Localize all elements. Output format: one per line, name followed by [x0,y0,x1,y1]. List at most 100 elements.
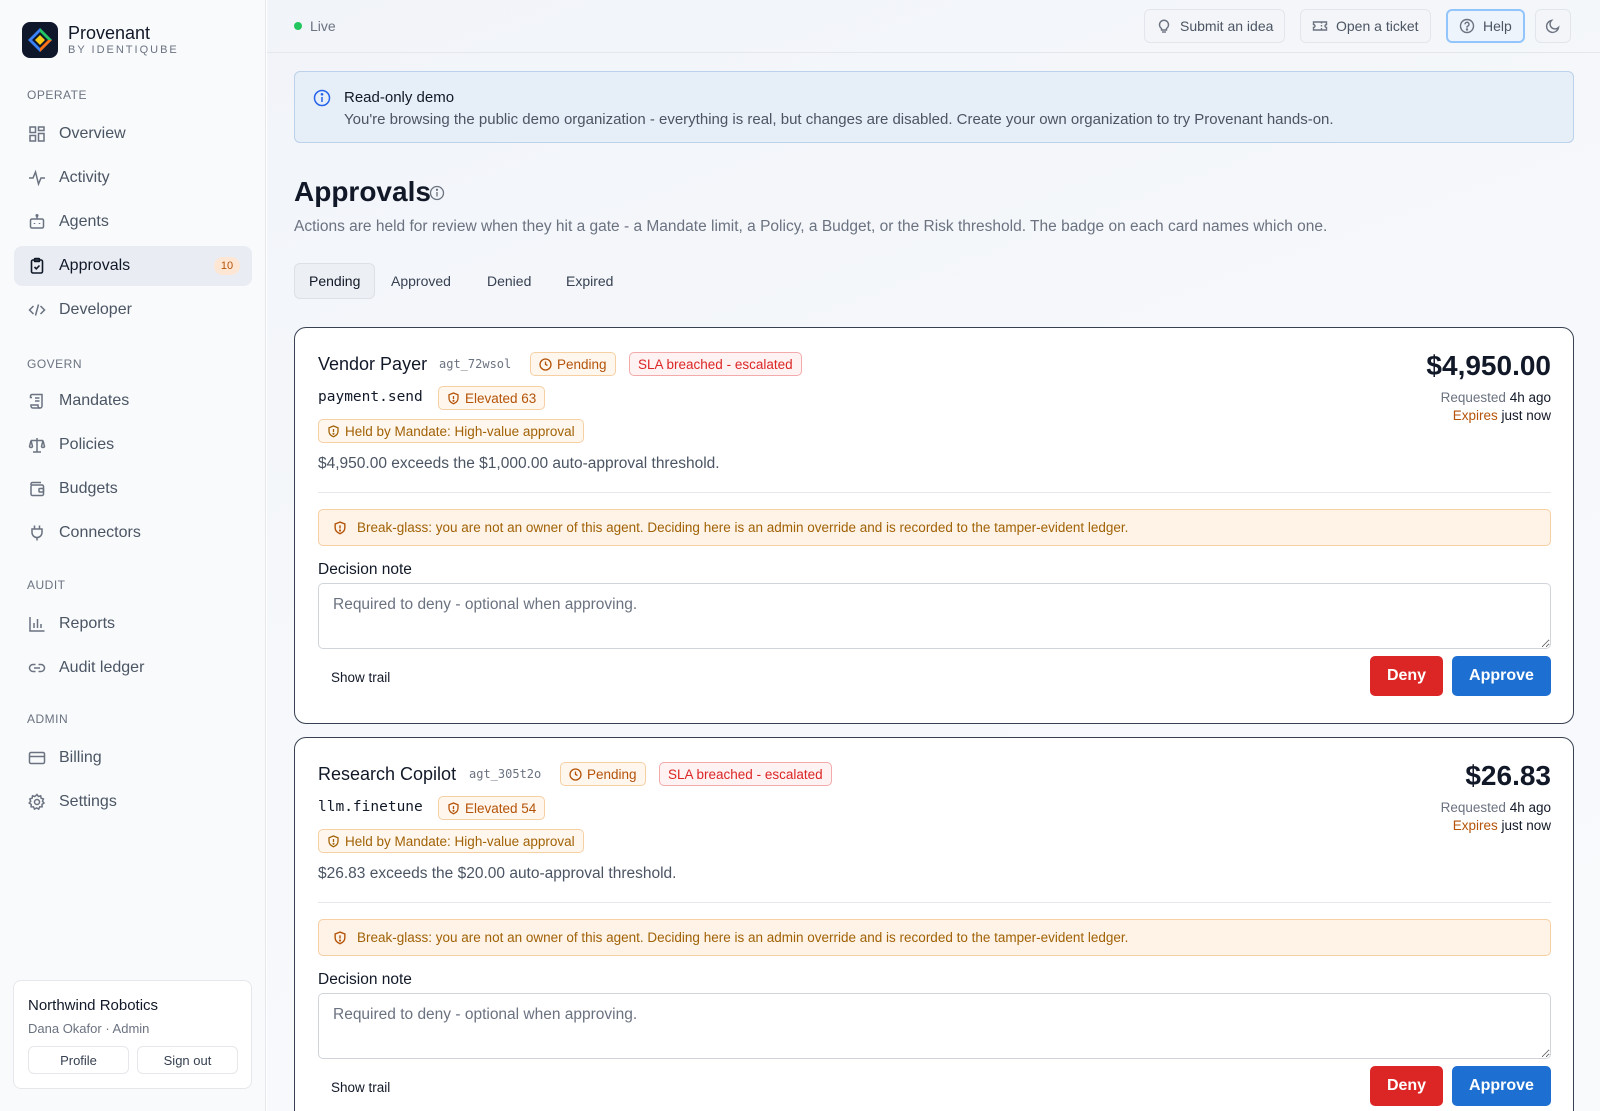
moon-icon [1545,18,1561,34]
theme-toggle-button[interactable] [1535,9,1571,43]
sidebar-item-reports[interactable]: Reports [14,604,252,644]
expires-label: Expires [1452,818,1498,833]
decision-note-input[interactable] [318,993,1551,1059]
requested-value: 4h ago [1509,390,1551,405]
bar-chart-icon [28,615,46,633]
decision-note-label: Decision note [318,971,412,988]
sidebar-item-label: Agents [59,213,109,230]
banner-body: You're browsing the public demo organiza… [344,111,1334,128]
sidebar-item-overview[interactable]: Overview [14,114,252,154]
sidebar-item-connectors[interactable]: Connectors [14,513,252,553]
brand-name: Provenant [68,23,151,43]
help-button[interactable]: Help [1446,9,1525,43]
scroll-icon [28,392,46,410]
grid-icon [28,125,46,143]
requested-label: Requested [1440,800,1506,815]
tab-denied[interactable]: Denied [473,263,545,299]
nav-section-audit: AUDIT [27,578,66,592]
approval-card: Vendor Payer agt_72wsol Pending SLA brea… [294,327,1574,724]
expiry-time: Expires just now [1453,408,1551,423]
decision-note-input[interactable] [318,583,1551,649]
brand[interactable]: Provenant BY IDENTIQUBE [22,22,179,58]
shield-alert-icon [333,520,347,535]
sidebar-item-label: Billing [59,749,102,766]
sidebar-item-label: Reports [59,615,116,632]
read-only-banner: Read-only demo You're browsing the publi… [294,71,1574,143]
decision-note-label: Decision note [318,561,412,578]
warning-text: Break-glass: you are not an owner of thi… [357,520,1129,535]
sidebar-item-approvals[interactable]: Approvals 10 [14,246,252,286]
gate-badge-label: Held by Mandate: High-value approval [345,833,575,849]
sidebar-item-developer[interactable]: Developer [14,290,252,330]
info-icon[interactable] [429,185,445,201]
tab-expired[interactable]: Expired [552,263,627,299]
tab-pending[interactable]: Pending [294,263,376,299]
nav-section-operate: OPERATE [27,88,87,102]
approve-button[interactable]: Approve [1452,656,1551,696]
open-ticket-button[interactable]: Open a ticket [1300,9,1431,43]
shield-icon [327,424,340,438]
divider [318,492,1551,493]
sidebar-item-settings[interactable]: Settings [14,782,252,822]
code-icon [28,301,46,319]
expires-label: Expires [1452,408,1498,423]
nav-section-admin: ADMIN [27,712,69,726]
requested-time: Requested 4h ago [1441,390,1551,405]
help-label: Help [1483,18,1512,34]
amount: $26.83 [1465,760,1551,791]
tab-approved[interactable]: Approved [377,263,465,299]
sidebar-item-label: Mandates [59,392,130,409]
approvals-count-badge: 10 [214,257,240,275]
risk-badge-label: Elevated 63 [465,390,537,406]
hold-reason: $26.83 exceeds the $20.00 auto-approval … [318,865,677,882]
status-badge-label: Pending [587,766,637,782]
deny-button[interactable]: Deny [1370,656,1443,696]
sidebar-item-label: Overview [59,125,126,142]
risk-badge-label: Elevated 54 [465,800,537,816]
wallet-icon [28,480,46,498]
sidebar-item-label: Approvals [59,257,131,274]
requested-time: Requested 4h ago [1441,800,1551,815]
sidebar-item-label: Budgets [59,480,118,497]
sidebar-item-budgets[interactable]: Budgets [14,469,252,509]
profile-button[interactable]: Profile [28,1046,129,1074]
break-glass-warning: Break-glass: you are not an owner of thi… [318,509,1551,546]
sla-badge: SLA breached - escalated [659,762,832,786]
sidebar-item-mandates[interactable]: Mandates [14,381,252,421]
topbar: Live Submit an idea Open a ticket Help [267,0,1600,53]
expiry-time: Expires just now [1453,818,1551,833]
clipboard-check-icon [28,257,46,275]
sidebar: Provenant BY IDENTIQUBE OPERATE Overview… [0,0,266,1111]
status-dot-icon [294,22,302,30]
risk-badge: Elevated 54 [438,796,546,820]
sidebar-item-agents[interactable]: Agents [14,202,252,242]
sidebar-item-billing[interactable]: Billing [14,738,252,778]
approve-button[interactable]: Approve [1452,1066,1551,1106]
sign-out-button[interactable]: Sign out [137,1046,238,1074]
main-content: Live Submit an idea Open a ticket Help R… [267,0,1600,1111]
show-trail-button[interactable]: Show trail [331,670,390,685]
sidebar-item-audit-ledger[interactable]: Audit ledger [14,648,252,688]
plug-icon [28,524,46,542]
org-card: Northwind Robotics Dana Okafor · Admin P… [13,980,252,1089]
sidebar-item-policies[interactable]: Policies [14,425,252,465]
sidebar-item-label: Settings [59,793,117,810]
show-trail-button[interactable]: Show trail [331,1080,390,1095]
submit-idea-button[interactable]: Submit an idea [1144,9,1286,43]
sidebar-item-activity[interactable]: Activity [14,158,252,198]
deny-button[interactable]: Deny [1370,1066,1443,1106]
sidebar-item-label: Developer [59,301,132,318]
page-description: Actions are held for review when they hi… [294,218,1328,235]
agent-name: Research Copilot [318,764,457,784]
agent-name: Vendor Payer [318,354,428,374]
gear-icon [28,793,46,811]
shield-alert-icon [333,930,347,945]
activity-icon [28,169,46,187]
warning-text: Break-glass: you are not an owner of thi… [357,930,1129,945]
requested-label: Requested [1440,390,1506,405]
divider [318,902,1551,903]
help-circle-icon [1459,18,1475,34]
requested-value: 4h ago [1509,800,1551,815]
clock-icon [539,357,552,371]
sla-badge: SLA breached - escalated [629,352,802,376]
